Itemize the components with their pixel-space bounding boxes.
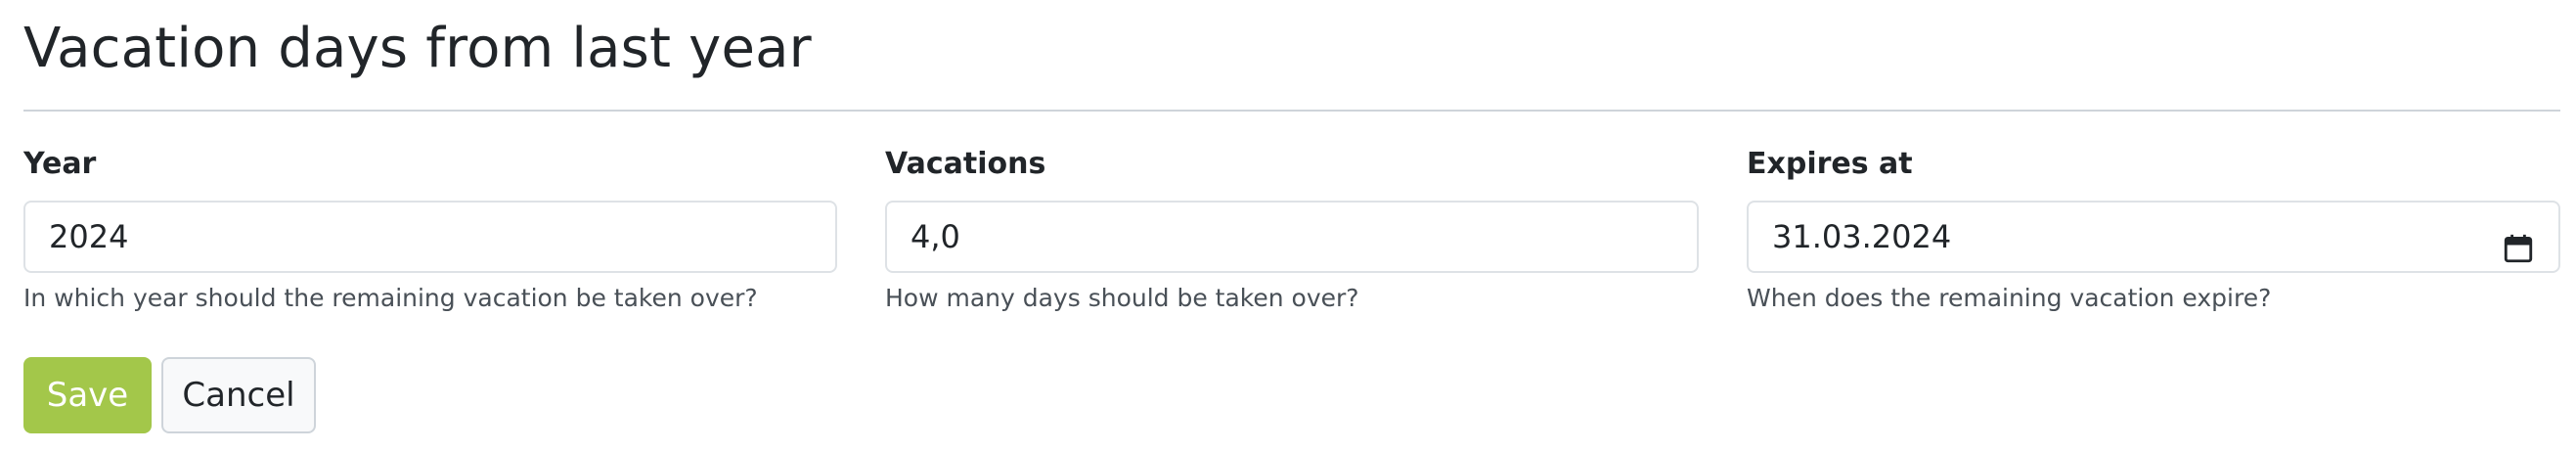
year-field-group: Year In which year should the remaining … [23,145,837,312]
vacations-input[interactable] [885,201,1699,273]
save-button[interactable]: Save [23,357,152,433]
expires-at-label: Expires at [1747,147,1913,181]
calendar-icon[interactable] [2502,220,2535,263]
vacations-field-group: Vacations How many days should be taken … [885,145,1699,312]
form-fields: Year In which year should the remaining … [23,145,2560,321]
year-help-text: In which year should the remaining vacat… [23,284,758,312]
vacations-label: Vacations [885,147,1046,181]
expires-at-date-input[interactable]: 31.03.2024 [1747,201,2560,273]
expires-at-value: 31.03.2024 [1772,218,1952,255]
year-label: Year [23,147,97,181]
page-title: Vacation days from last year [23,17,812,80]
year-input[interactable] [23,201,837,273]
cancel-button[interactable]: Cancel [161,357,316,433]
expires-at-field-group: Expires at 31.03.2024 When does the rema… [1747,145,2560,312]
vacations-help-text: How many days should be taken over? [885,284,1359,312]
title-divider [23,110,2560,112]
expires-at-help-text: When does the remaining vacation expire? [1747,284,2272,312]
